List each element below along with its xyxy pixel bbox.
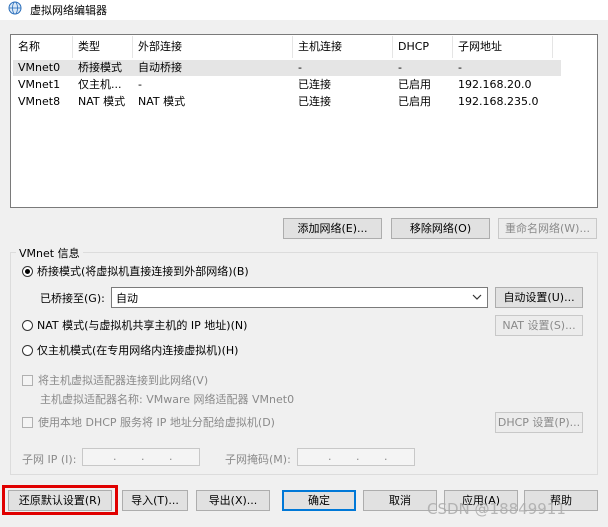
column-header-subnet[interactable]: 子网地址 [453,36,553,58]
table-row[interactable]: VMnet1 仅主机... - 已连接 已启用 192.168.20.0 [13,77,561,93]
ip-dot: . [113,450,117,463]
rename-network-button[interactable]: 重命名网络(W)... [498,218,597,239]
host-only-mode-radio[interactable]: 仅主机模式(在专用网络内连接虚拟机)(H) [22,342,238,358]
list-header: 名称 类型 外部连接 主机连接 DHCP 子网地址 [13,36,561,58]
column-header-name[interactable]: 名称 [13,36,73,58]
column-header-type[interactable]: 类型 [73,36,133,58]
network-list[interactable]: 名称 类型 外部连接 主机连接 DHCP 子网地址 VMnet0 桥接模式 自动… [10,34,598,208]
radio-unselected-icon [22,319,33,331]
cell-dhcp: - [398,61,402,74]
host-only-mode-label: 仅主机模式(在专用网络内连接虚拟机)(H) [37,344,239,357]
column-header-host[interactable]: 主机连接 [293,36,393,58]
cell-name: VMnet0 [18,61,61,74]
cancel-button[interactable]: 取消 [363,490,437,511]
checkbox-icon [22,416,33,428]
cell-host: 已连接 [298,95,331,108]
cell-external: 自动桥接 [138,61,182,74]
network-globe-icon [8,1,22,15]
table-row[interactable]: VMnet0 桥接模式 自动桥接 - - - [13,60,561,76]
bridged-mode-radio[interactable]: 桥接模式(将虚拟机直接连接到外部网络)(B) [22,263,249,279]
dhcp-settings-button[interactable]: DHCP 设置(P)... [495,412,583,433]
bridged-to-label: 已桥接至(G): [40,292,105,305]
vmnet-info-group [10,252,598,475]
use-dhcp-checkbox[interactable]: 使用本地 DHCP 服务将 IP 地址分配给虚拟机(D) [22,414,275,430]
cell-subnet: 192.168.20.0 [458,78,532,91]
vmnet-info-title: VMnet 信息 [16,245,83,261]
import-button[interactable]: 导入(T)... [122,490,188,511]
use-dhcp-label: 使用本地 DHCP 服务将 IP 地址分配给虚拟机(D) [38,416,275,429]
annotation-highlight-box [2,485,118,515]
cell-subnet: - [458,61,462,74]
table-row[interactable]: VMnet8 NAT 模式 NAT 模式 已连接 已启用 192.168.235… [13,94,561,110]
subnet-mask-label: 子网掩码(M): [225,453,291,466]
radio-selected-icon [22,265,33,277]
connect-adapter-label: 将主机虚拟适配器连接到此网络(V) [38,374,209,387]
checkbox-icon [22,374,33,386]
cell-type: 桥接模式 [78,61,122,74]
auto-settings-button[interactable]: 自动设置(U)... [495,287,583,308]
cell-external: - [138,78,142,91]
column-header-external[interactable]: 外部连接 [133,36,293,58]
cell-host: 已连接 [298,78,331,91]
window-title: 虚拟网络编辑器 [30,4,107,17]
connect-adapter-checkbox[interactable]: 将主机虚拟适配器连接到此网络(V) [22,372,208,388]
ip-dot: . [141,450,145,463]
ok-button[interactable]: 确定 [282,490,356,511]
bridged-to-select[interactable]: 自动 [111,287,488,308]
adapter-name-label: 主机虚拟适配器名称: VMware 网络适配器 VMnet0 [40,393,295,406]
remove-network-button[interactable]: 移除网络(O) [391,218,490,239]
subnet-ip-label: 子网 IP (I): [22,453,77,466]
cell-dhcp: 已启用 [398,78,431,91]
column-header-dhcp[interactable]: DHCP [393,36,453,58]
cell-type: 仅主机... [78,78,122,91]
ip-dot: . [384,450,388,463]
subnet-ip-field[interactable]: . . . [82,448,200,466]
cell-subnet: 192.168.235.0 [458,95,539,108]
radio-unselected-icon [22,344,33,356]
cell-name: VMnet8 [18,95,61,108]
add-network-button[interactable]: 添加网络(E)... [283,218,382,239]
cell-type: NAT 模式 [78,95,126,108]
ip-dot: . [328,450,332,463]
nat-settings-button[interactable]: NAT 设置(S)... [495,315,583,336]
watermark: CSDN @18849911 [427,500,566,518]
bridged-to-value: 自动 [116,292,138,305]
cell-name: VMnet1 [18,78,61,91]
nat-mode-radio[interactable]: NAT 模式(与虚拟机共享主机的 IP 地址)(N) [22,317,247,333]
cell-dhcp: 已启用 [398,95,431,108]
chevron-down-icon [472,294,482,300]
title-bar: 虚拟网络编辑器 [0,0,608,20]
export-button[interactable]: 导出(X)... [196,490,270,511]
cell-host: - [298,61,302,74]
subnet-mask-field[interactable]: . . . [297,448,415,466]
cell-external: NAT 模式 [138,95,186,108]
ip-dot: . [169,450,173,463]
ip-dot: . [356,450,360,463]
bridged-mode-label: 桥接模式(将虚拟机直接连接到外部网络)(B) [37,265,249,278]
nat-mode-label: NAT 模式(与虚拟机共享主机的 IP 地址)(N) [37,319,248,332]
